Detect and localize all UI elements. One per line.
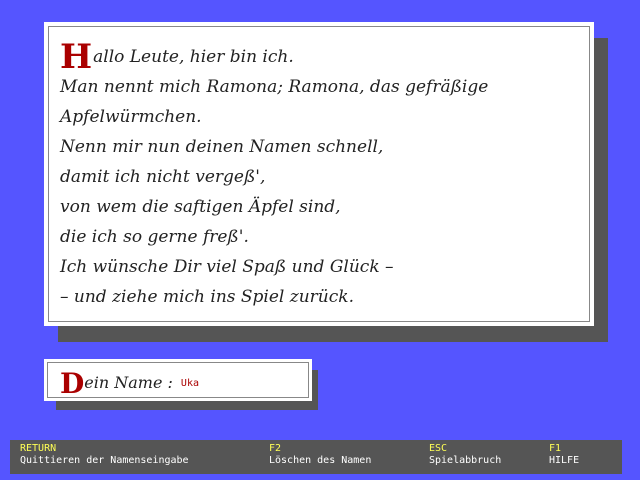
key-hint-f1[interactable]: F1 HILFE: [549, 443, 579, 467]
poem-line-9: – und ziehe mich ins Spiel zurück.: [60, 287, 354, 307]
key-hint-return[interactable]: RETURN Quittieren der Namenseingabe: [20, 443, 189, 467]
name-entry-row: Dein Name : Uka: [60, 367, 199, 400]
key-name-f1: F1: [549, 443, 562, 454]
poem-line-8: Ich wünsche Dir viel Spaß und Glück –: [60, 257, 394, 277]
key-desc-return: Quittieren der Namenseingabe: [20, 455, 189, 466]
poem-line-2: Man nennt mich Ramona; Ramona, das gefrä…: [60, 77, 489, 97]
poem-line-4: Nenn mir nun deinen Namen schnell,: [60, 137, 384, 157]
key-name-esc: ESC: [429, 443, 448, 454]
key-name-f2: F2: [269, 443, 282, 454]
poem-line-6: von wem die saftigen Äpfel sind,: [60, 197, 341, 217]
name-label-initial: D: [60, 367, 85, 400]
poem-initial: H: [60, 37, 93, 77]
key-desc-esc: Spielabbruch: [429, 455, 502, 466]
name-label: ein Name :: [84, 373, 173, 392]
key-hint-esc[interactable]: ESC Spielabbruch: [429, 443, 501, 467]
poem-line-7: die ich so gerne freß'.: [60, 227, 249, 247]
key-desc-f2: Löschen des Namen: [269, 455, 372, 466]
name-input[interactable]: Uka: [181, 378, 199, 389]
key-name-return: RETURN: [20, 443, 57, 454]
key-desc-f1: HILFE: [549, 455, 580, 466]
status-bar: RETURN Quittieren der Namenseingabe F2 L…: [10, 440, 622, 474]
key-hint-f2[interactable]: F2 Löschen des Namen: [269, 443, 371, 467]
poem-text: Hallo Leute, hier bin ich. Man nennt mic…: [60, 40, 580, 312]
poem-line-5: damit ich nicht vergeß',: [60, 167, 266, 187]
poem-line-3: Apfelwürmchen.: [60, 107, 202, 127]
poem-line-1-text: allo Leute, hier bin ich.: [93, 47, 294, 67]
poem-line-1: Hallo Leute, hier bin ich.: [60, 40, 580, 74]
